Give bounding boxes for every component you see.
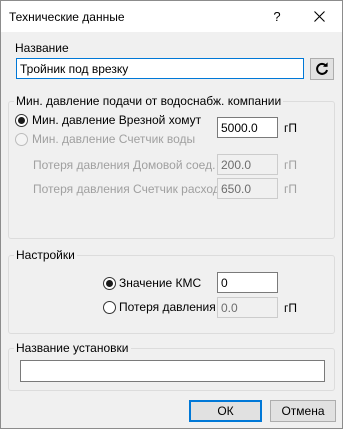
loss-meter-input[interactable] <box>217 178 278 199</box>
title-bar: Технические данные ? <box>1 1 342 33</box>
kms-value-label: Значение КМС <box>119 276 202 290</box>
settings-group-title: Настройки <box>14 248 77 262</box>
pressure-loss-radio[interactable] <box>103 301 116 314</box>
ok-button-label: ОК <box>217 404 234 418</box>
loss-meter-label: Потеря давления Счетчик расхода <box>33 182 227 196</box>
min-pressure-clamp-radio[interactable] <box>15 114 28 127</box>
technical-data-dialog: Технические данные ? Название Мин. давле… <box>0 0 343 429</box>
install-name-title: Название установки <box>14 341 131 355</box>
refresh-icon <box>316 62 328 75</box>
window-title: Технические данные <box>9 10 125 24</box>
pressure-loss-input[interactable] <box>217 297 278 318</box>
settings-group <box>8 255 335 334</box>
name-label: Название <box>15 41 69 55</box>
name-input[interactable] <box>16 58 304 79</box>
loss-home-input[interactable] <box>217 154 278 175</box>
cancel-button[interactable]: Отмена <box>270 400 336 422</box>
pressure-group-title: Мин. давление подачи от водоснабж. компа… <box>14 94 284 108</box>
min-pressure-meter-label: Мин. давление Счетчик воды <box>32 132 196 146</box>
loss-meter-unit: гП <box>284 182 298 196</box>
min-pressure-clamp-input[interactable] <box>217 117 278 138</box>
min-pressure-meter-radio[interactable] <box>15 133 28 146</box>
loss-home-unit: гП <box>284 158 298 172</box>
help-icon: ? <box>273 9 281 24</box>
help-button[interactable]: ? <box>259 1 295 32</box>
min-pressure-clamp-unit: гП <box>284 121 298 135</box>
loss-home-label: Потеря давления Домовой соед. <box>33 158 216 172</box>
pressure-loss-unit: гП <box>284 301 298 315</box>
refresh-button[interactable] <box>310 58 334 80</box>
kms-value-input[interactable] <box>217 272 278 293</box>
ok-button[interactable]: ОК <box>189 400 262 422</box>
close-button[interactable] <box>301 1 337 32</box>
close-icon <box>313 11 325 22</box>
cancel-button-label: Отмена <box>281 404 325 418</box>
pressure-loss-label: Потеря давления <box>119 300 216 314</box>
min-pressure-clamp-label: Мин. давление Врезной хомут <box>32 113 202 127</box>
kms-value-radio[interactable] <box>103 277 116 290</box>
install-name-input[interactable] <box>20 360 325 382</box>
